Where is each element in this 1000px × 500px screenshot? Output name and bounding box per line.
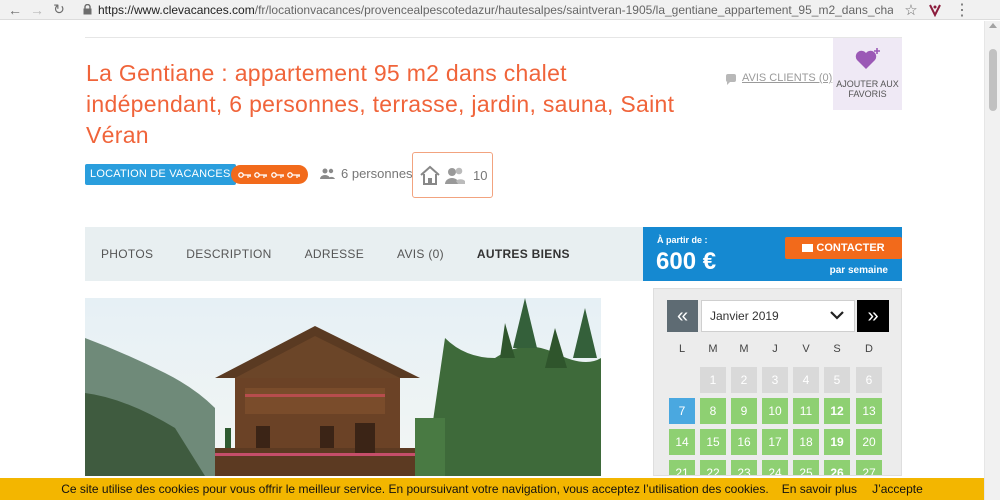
- weekday-header: M: [708, 343, 718, 355]
- calendar-day: 1: [700, 367, 726, 393]
- heart-plus-icon: [833, 47, 902, 76]
- key-icon: [238, 171, 252, 178]
- url-path: /fr/locationvacances/provencealpescoteda…: [254, 2, 893, 17]
- back-arrow-icon[interactable]: ←: [4, 0, 26, 20]
- customer-reviews-label: AVIS CLIENTS (0): [742, 72, 833, 84]
- weekday-header: D: [865, 343, 873, 355]
- menu-kebab-icon[interactable]: ⋮: [953, 0, 971, 20]
- tab-other-properties[interactable]: AUTRES BIENS: [477, 247, 570, 261]
- listing-title: La Gentiane : appartement 95 m2 dans cha…: [86, 60, 675, 148]
- weekday-header: J: [772, 343, 778, 355]
- scroll-thumb[interactable]: [989, 49, 997, 111]
- keys-rating-badge: [231, 165, 308, 184]
- add-to-favorites-label: AJOUTER AUX FAVORIS: [836, 79, 899, 99]
- calendar-day[interactable]: 24: [762, 460, 788, 475]
- divider: [85, 37, 902, 38]
- capacity-box: 10: [412, 152, 493, 198]
- add-to-favorites-button[interactable]: AJOUTER AUX FAVORIS: [833, 38, 902, 110]
- calendar-day: 5: [824, 367, 850, 393]
- cookie-banner: Ce site utilise des cookies pour vous of…: [0, 478, 984, 500]
- key-icon: [287, 171, 300, 178]
- calendar-day[interactable]: 9: [731, 398, 757, 424]
- capacity-value: 10: [473, 167, 488, 183]
- listing-tabs: PHOTOS DESCRIPTION ADRESSE AVIS (0) AUTR…: [85, 227, 644, 281]
- contact-button[interactable]: CONTACTER: [785, 237, 902, 259]
- tab-description[interactable]: DESCRIPTION: [186, 247, 271, 261]
- cookie-text: Ce site utilise des cookies pour vous of…: [61, 482, 769, 496]
- contact-label: CONTACTER: [816, 242, 885, 254]
- group-icon: [445, 167, 465, 184]
- availability-calendar: « Janvier 2019 » L M M J V S D 1 2 3 4 5 6 7 8 9 10 11 12 1…: [653, 288, 902, 476]
- calendar-day[interactable]: 25: [793, 460, 819, 475]
- chevron-down-icon: [830, 311, 844, 320]
- price-value: 600 €: [656, 248, 717, 275]
- extension-icon[interactable]: [925, 3, 945, 17]
- reload-icon[interactable]: ↻: [48, 0, 70, 20]
- calendar-day[interactable]: 16: [731, 429, 757, 455]
- calendar-day: 6: [856, 367, 882, 393]
- prev-month-button[interactable]: «: [667, 300, 698, 332]
- persons-info: 6 personnes: [320, 166, 413, 181]
- price-period: par semaine: [829, 265, 888, 276]
- calendar-day[interactable]: 18: [793, 429, 819, 455]
- property-photo[interactable]: [85, 298, 601, 476]
- envelope-icon: [802, 244, 814, 252]
- customer-reviews-link[interactable]: AVIS CLIENTS (0): [726, 72, 833, 85]
- calendar-day[interactable]: 20: [856, 429, 882, 455]
- forward-arrow-icon[interactable]: →: [26, 0, 48, 20]
- next-month-button[interactable]: »: [857, 300, 889, 332]
- weekday-header: S: [833, 343, 841, 355]
- weekday-header: V: [802, 343, 810, 355]
- calendar-day[interactable]: 21: [669, 460, 695, 475]
- calendar-day[interactable]: 22: [700, 460, 726, 475]
- calendar-day[interactable]: 7: [669, 398, 695, 424]
- calendar-day[interactable]: 12: [824, 398, 850, 424]
- month-select-value: Janvier 2019: [710, 309, 779, 323]
- comment-icon: [726, 74, 736, 85]
- calendar-day: 3: [762, 367, 788, 393]
- calendar-day[interactable]: 8: [700, 398, 726, 424]
- cookie-more-link[interactable]: En savoir plus: [782, 482, 857, 496]
- price-panel: À partir de : 600 € CONTACTER par semain…: [643, 227, 902, 281]
- scroll-up-icon[interactable]: [989, 23, 997, 28]
- month-select[interactable]: Janvier 2019: [701, 300, 855, 332]
- people-icon: [320, 168, 335, 179]
- calendar-day[interactable]: 10: [762, 398, 788, 424]
- calendar-day[interactable]: 17: [762, 429, 788, 455]
- key-icon: [254, 171, 268, 178]
- calendar-day[interactable]: 27: [856, 460, 882, 475]
- calendar-day[interactable]: 26: [824, 460, 850, 475]
- category-tag: LOCATION DE VACANCES: [85, 164, 236, 185]
- calendar-day[interactable]: 13: [856, 398, 882, 424]
- house-icon: [420, 165, 440, 185]
- calendar-day[interactable]: 15: [700, 429, 726, 455]
- page-scrollbar[interactable]: [984, 21, 1000, 500]
- calendar-day[interactable]: 23: [731, 460, 757, 475]
- key-icon: [270, 171, 284, 178]
- address-bar[interactable]: https://www.clevacances.com/fr/locationv…: [98, 3, 893, 17]
- calendar-day[interactable]: 19: [824, 429, 850, 455]
- tab-photos[interactable]: PHOTOS: [101, 247, 153, 261]
- weekday-header: M: [739, 343, 749, 355]
- bookmark-star-icon[interactable]: ☆: [901, 1, 921, 19]
- lock-icon[interactable]: [80, 0, 94, 20]
- weekday-header: L: [678, 343, 686, 355]
- cookie-accept-button[interactable]: J’accepte: [872, 482, 923, 496]
- url-host: https://www.clevacances.com: [98, 2, 255, 17]
- calendar-day[interactable]: 11: [793, 398, 819, 424]
- persons-text: 6 personnes: [341, 166, 413, 181]
- calendar-day[interactable]: 14: [669, 429, 695, 455]
- calendar-day: 2: [731, 367, 757, 393]
- price-from-label: À partir de :: [657, 235, 708, 245]
- browser-toolbar: ← → ↻ https://www.clevacances.com/fr/loc…: [0, 0, 1000, 20]
- tab-reviews[interactable]: AVIS (0): [397, 247, 444, 261]
- calendar-day: 4: [793, 367, 819, 393]
- tab-address[interactable]: ADRESSE: [305, 247, 364, 261]
